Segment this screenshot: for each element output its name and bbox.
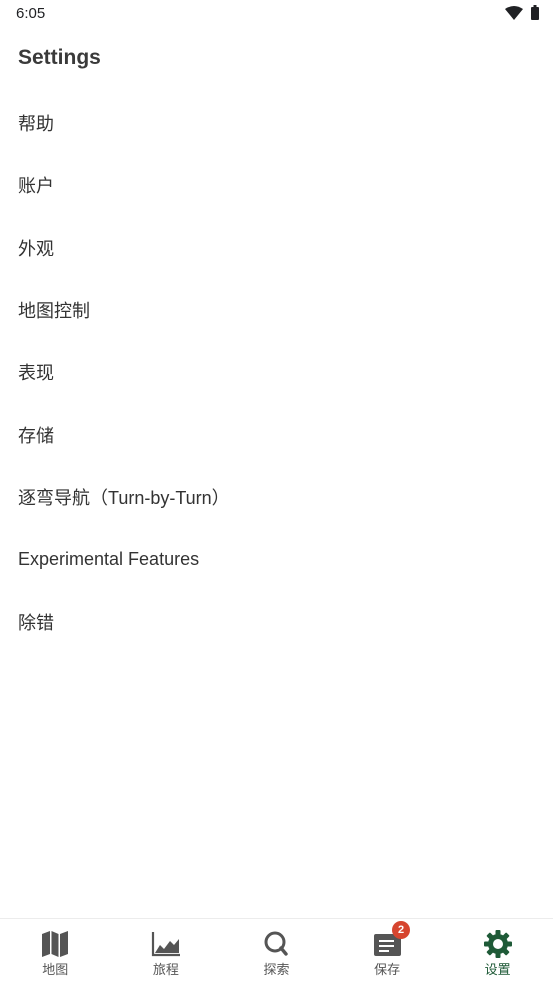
settings-item-experimental[interactable]: Experimental Features — [0, 528, 553, 590]
nav-label: 设置 — [484, 962, 511, 977]
nav-item-map[interactable]: 地图 — [0, 919, 111, 985]
status-bar: 6:05 — [0, 0, 553, 28]
list-icon: 2 — [372, 921, 411, 958]
settings-item-account[interactable]: 账户 — [0, 154, 553, 216]
map-icon — [40, 930, 70, 958]
settings-list: 帮助 账户 外观 地图控制 表现 存储 逐弯导航（Turn-by-Turn） E… — [0, 92, 553, 653]
settings-item-storage[interactable]: 存储 — [0, 403, 553, 465]
status-time: 6:05 — [16, 5, 46, 22]
nav-label: 旅程 — [152, 962, 179, 977]
nav-label: 保存 — [374, 962, 401, 977]
bottom-nav: 地图 旅程 探索 2 保存 设置 — [0, 918, 553, 985]
settings-item-label: 账户 — [18, 176, 54, 197]
settings-item-debug[interactable]: 除错 — [0, 590, 553, 652]
settings-item-turn-by-turn[interactable]: 逐弯导航（Turn-by-Turn） — [0, 466, 553, 528]
settings-item-label: 除错 — [18, 612, 54, 633]
nav-label: 地图 — [42, 962, 69, 977]
page-title: Settings — [18, 46, 101, 69]
settings-item-label: 表现 — [18, 363, 54, 384]
nav-item-settings[interactable]: 设置 — [442, 919, 553, 985]
settings-item-label: 地图控制 — [18, 301, 90, 322]
settings-item-label: 外观 — [18, 238, 54, 259]
nav-label: 探索 — [263, 962, 290, 977]
gear-icon — [483, 930, 513, 958]
settings-item-map-controls[interactable]: 地图控制 — [0, 279, 553, 341]
nav-item-explore[interactable]: 探索 — [221, 919, 332, 985]
settings-item-label: 逐弯导航（Turn-by-Turn） — [18, 487, 230, 508]
chart-icon — [151, 930, 181, 958]
battery-icon — [531, 5, 539, 20]
settings-item-appearance[interactable]: 外观 — [0, 217, 553, 279]
settings-item-label: Experimental Features — [18, 548, 200, 569]
nav-item-trips[interactable]: 旅程 — [111, 919, 222, 985]
settings-item-performance[interactable]: 表现 — [0, 341, 553, 403]
notification-badge: 2 — [392, 921, 411, 939]
settings-item-label: 帮助 — [18, 114, 54, 135]
settings-item-help[interactable]: 帮助 — [0, 92, 553, 154]
wifi-icon — [505, 5, 523, 20]
nav-item-saved[interactable]: 2 保存 — [332, 919, 443, 985]
settings-item-label: 存储 — [18, 425, 54, 446]
search-icon — [261, 930, 291, 958]
status-icons — [505, 5, 539, 20]
